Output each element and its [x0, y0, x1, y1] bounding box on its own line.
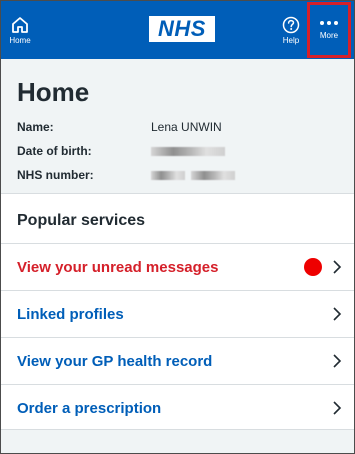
nhs-number-label: NHS number: [17, 168, 94, 182]
bottom-background [1, 429, 354, 453]
more-dots-icon [320, 20, 338, 25]
nhs-number-redacted-part2 [191, 171, 235, 180]
service-row-label: Linked profiles [17, 306, 124, 323]
chevron-right-icon [333, 260, 342, 274]
dob-label: Date of birth: [17, 144, 92, 158]
app-window: Home NHS Help More Home Name: Lena UNWIN… [0, 0, 355, 454]
service-row-order-prescription[interactable]: Order a prescription [1, 384, 354, 429]
patient-summary: Home Name: Lena UNWIN Date of birth: NHS… [1, 59, 354, 193]
service-row-linked-profiles[interactable]: Linked profiles [1, 290, 354, 337]
chevron-right-icon [333, 401, 342, 415]
unread-alert-dot-icon [304, 258, 322, 276]
help-button[interactable]: Help [277, 1, 305, 59]
service-row-gp-health-record[interactable]: View your GP health record [1, 337, 354, 384]
help-icon [282, 16, 300, 33]
name-label: Name: [17, 120, 54, 134]
popular-services-section: Popular services View your unread messag… [1, 194, 354, 429]
chevron-right-icon [333, 307, 342, 321]
nhs-number-redacted-part1 [151, 171, 185, 180]
more-button-label: More [319, 30, 339, 40]
service-row-label: View your unread messages [17, 259, 219, 276]
dob-value-redacted [151, 147, 225, 156]
service-row-label: Order a prescription [17, 400, 162, 417]
more-button[interactable]: More [307, 2, 351, 58]
page-title: Home [17, 77, 90, 107]
section-title: Popular services [17, 212, 146, 229]
service-row-label: View your GP health record [17, 353, 213, 370]
help-button-label: Help [282, 35, 300, 45]
chevron-right-icon [333, 354, 342, 368]
home-icon [12, 16, 28, 33]
home-button-label: Home [9, 35, 31, 45]
nhs-logo: NHS [149, 16, 215, 42]
top-navigation-bar: Home NHS Help More [1, 1, 354, 59]
service-row-unread-messages[interactable]: View your unread messages [1, 243, 354, 290]
home-button[interactable]: Home [3, 1, 37, 59]
name-value: Lena UNWIN [151, 120, 222, 134]
